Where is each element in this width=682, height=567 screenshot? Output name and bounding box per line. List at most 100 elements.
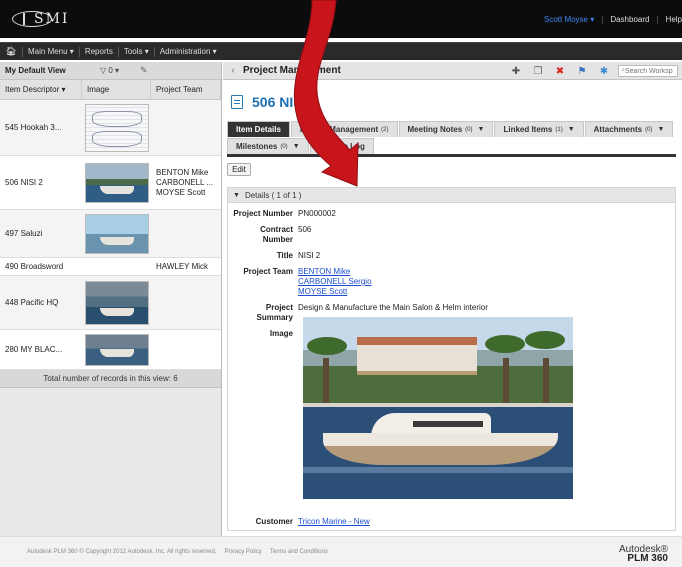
dropdown-icon[interactable]: ▼ [568,126,575,133]
row-descriptor[interactable]: 490 Broadsword [0,258,82,275]
copy-icon[interactable]: ❐ [530,66,546,77]
row-image [82,100,151,155]
row-descriptor[interactable]: 280 MY BLAC... [0,330,82,369]
field-title: Title NISI 2 [228,251,675,261]
team-member-link[interactable]: MOYSE Scott [298,287,675,297]
details-header[interactable]: ▼ Details ( 1 of 1 ) [228,188,675,203]
main-menu-bar: 🏠︎ Main Menu ▾ Reports Tools ▾ Administr… [0,42,682,60]
dashboard-link[interactable]: Dashboard [610,15,649,24]
list-row[interactable]: 506 NISI 2 BENTON Mike CARBONELL ... MOY… [0,156,221,210]
home-icon[interactable]: 🏠︎ [0,46,22,57]
row-descriptor[interactable]: 448 Pacific HQ [0,276,82,329]
link-separator: | [601,15,604,24]
collapse-icon[interactable]: ‹ [223,65,243,76]
user-menu[interactable]: Scott Moyse ▾ [544,15,594,24]
collapse-triangle-icon[interactable]: ▼ [233,192,240,199]
customer-link[interactable]: Tricon Marine - New [298,517,668,527]
column-project-team[interactable]: Project Team [151,80,221,99]
smi-logo[interactable]: SMI [12,10,69,28]
dropdown-icon[interactable]: ▼ [478,126,485,133]
tab-linked-items[interactable]: Linked Items (1) ▼ [494,121,584,137]
row-image [82,330,151,369]
workflow-icon[interactable]: ✱ [596,66,612,77]
logo-mark-icon [12,11,52,27]
tab-milestones[interactable]: Milestones (0) ▼ [227,138,309,154]
column-item-descriptor[interactable]: Item Descriptor ▾ [0,80,82,99]
palm-leaves [485,335,525,353]
row-descriptor[interactable]: 497 Saluzi [0,210,82,257]
menu-administration[interactable]: Administration ▾ [155,47,222,56]
tab-item-details[interactable]: Item Details [227,121,290,137]
field-value: PN000002 [298,209,336,218]
palm-trunk [543,358,549,405]
terms-link[interactable]: Terms and Conditions [270,549,328,555]
field-customer: Customer Tricon Marine - New [228,517,668,527]
help-link[interactable]: Help [666,15,682,24]
item-tabs: Item Details Project Management (2) Meeti… [227,121,676,157]
menu-reports[interactable]: Reports [80,47,118,56]
autodesk-plm-logo: Autodesk® PLM 360 [619,545,668,564]
workspace-title: Project Management [243,65,341,76]
filter-button[interactable]: ▽ 0 ▾ [100,66,140,75]
field-value: NISI 2 [298,251,321,260]
dropdown-icon[interactable]: ▼ [657,126,664,133]
tab-project-management[interactable]: Project Management (2) [290,121,398,137]
list-row[interactable]: 280 MY BLAC... [0,330,221,370]
search-field[interactable]: ⌕ [618,65,678,77]
list-toolbar: My Default View ▽ 0 ▾ ✎ [0,62,221,80]
list-row[interactable]: 448 Pacific HQ [0,276,221,330]
palm-trunk [323,358,329,405]
menu-tools[interactable]: Tools ▾ [119,47,154,56]
row-image [82,210,151,257]
tab-label: Change Log [318,142,365,151]
view-selector[interactable]: My Default View [5,66,100,75]
team-member-link[interactable]: CARBONELL Sergio [298,277,675,287]
row-image [82,276,151,329]
header-links: Scott Moyse ▾ | Dashboard | Help [544,15,682,24]
tab-count: (1) [555,126,563,133]
team-member-link[interactable]: BENTON Mike [298,267,675,277]
document-icon [231,95,243,109]
field-label: Image [269,329,293,338]
tab-change-log[interactable]: Change Log [309,138,374,154]
dropdown-icon[interactable]: ▼ [293,143,300,150]
add-icon[interactable]: ✚ [508,66,524,77]
row-team [151,276,221,329]
dock-shape [303,403,573,407]
field-value: BENTON Mike CARBONELL Sergio MOYSE Scott [298,267,675,297]
yacht-plan-thumbnail [84,103,149,152]
search-input[interactable] [624,67,673,75]
water-wake [303,467,573,473]
detail-toolbar: ‹ Project Management ✚ ❐ ✖ ⚑ ✱ ⌕ [223,62,682,80]
field-contract-number: Contract Number 506 [228,225,675,245]
column-image[interactable]: Image [82,80,151,99]
privacy-link[interactable]: Privacy Policy [225,549,262,555]
tab-count: (2) [381,126,389,133]
menu-main-menu[interactable]: Main Menu ▾ [23,47,79,56]
row-descriptor[interactable]: 545 Hookah 3... [0,100,82,155]
yacht-window [413,421,483,427]
edit-button[interactable]: Edit [227,163,251,176]
list-row[interactable]: 545 Hookah 3... [0,100,221,156]
edit-view-icon[interactable]: ✎ [140,65,148,76]
list-row[interactable]: 490 Broadsword HAWLEY Mick [0,258,221,276]
list-row[interactable]: 497 Saluzi [0,210,221,258]
item-title: 506 NISI 2 [252,94,319,110]
bookmark-icon[interactable]: ⚑ [574,66,590,77]
page-footer: Autodesk PLM 360 © Copyright 2012 Autode… [0,536,682,567]
row-descriptor[interactable]: 506 NISI 2 [0,156,82,209]
tab-row: Milestones (0) ▼ Change Log [227,138,676,154]
field-project-number: Project Number PN000002 [228,209,675,219]
item-list-panel: My Default View ▽ 0 ▾ ✎ Item Descriptor … [0,62,222,536]
delete-icon[interactable]: ✖ [552,66,568,77]
field-label: Contract Number [260,225,293,244]
yacht-photo-thumbnail [84,280,149,325]
tab-label: Meeting Notes [407,125,463,134]
palm-trunk [503,358,509,405]
details-section: ▼ Details ( 1 of 1 ) Project Number PN00… [227,187,676,531]
tab-meeting-notes[interactable]: Meeting Notes (0) ▼ [398,121,494,137]
tab-count: (0) [280,143,288,150]
link-separator: | [656,15,659,24]
tab-attachments[interactable]: Attachments (0) ▼ [584,121,674,137]
tab-count: (0) [465,126,473,133]
